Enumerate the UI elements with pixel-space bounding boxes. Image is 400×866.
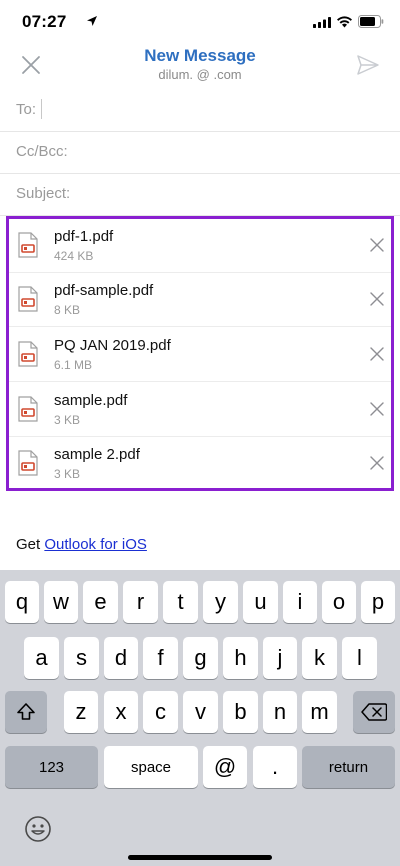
key-c[interactable]: c xyxy=(143,691,178,733)
key-w[interactable]: w xyxy=(44,581,78,623)
key-z[interactable]: z xyxy=(64,691,98,733)
attachment-size: 3 KB xyxy=(54,413,81,427)
pdf-file-icon xyxy=(18,341,38,367)
backspace-icon xyxy=(361,703,387,721)
key-b[interactable]: b xyxy=(223,691,258,733)
remove-attachment-icon[interactable] xyxy=(370,347,384,361)
shift-key[interactable] xyxy=(5,691,47,733)
to-field[interactable]: To: xyxy=(0,88,400,132)
remove-attachment-icon[interactable] xyxy=(370,238,384,252)
key-f[interactable]: f xyxy=(143,637,178,679)
delete-key[interactable] xyxy=(353,691,395,733)
pdf-file-icon xyxy=(18,286,38,312)
key-j[interactable]: j xyxy=(263,637,297,679)
text-cursor xyxy=(41,99,42,119)
emoji-icon[interactable] xyxy=(24,815,52,843)
key-l[interactable]: l xyxy=(342,637,377,679)
key-y[interactable]: y xyxy=(203,581,238,623)
attachment-size: 8 KB xyxy=(54,303,81,317)
signature-prefix: Get xyxy=(16,536,45,553)
wifi-icon xyxy=(337,16,352,28)
remove-attachment-icon[interactable] xyxy=(370,292,384,306)
pdf-file-icon xyxy=(18,396,38,422)
cc-bcc-label: Cc/Bcc: xyxy=(16,143,68,160)
subject-field[interactable]: Subject: xyxy=(0,172,400,216)
attachment-item[interactable]: sample.pdf 3 KB xyxy=(9,383,391,437)
key-h[interactable]: h xyxy=(223,637,258,679)
key-g[interactable]: g xyxy=(183,637,218,679)
attachment-size: 3 KB xyxy=(54,467,81,481)
cellular-signal-icon xyxy=(313,17,331,28)
at-key[interactable]: @ xyxy=(203,746,247,788)
attachment-item[interactable]: pdf-1.pdf 424 KB xyxy=(9,219,391,273)
space-key[interactable]: space xyxy=(104,746,198,788)
status-time: 07:27 xyxy=(22,12,67,31)
attachment-name: sample 2.pdf xyxy=(54,446,140,463)
pdf-file-icon xyxy=(18,232,38,258)
key-d[interactable]: d xyxy=(104,637,138,679)
key-u[interactable]: u xyxy=(243,581,278,623)
attachment-item[interactable]: pdf-sample.pdf 8 KB xyxy=(9,273,391,327)
attachment-item[interactable]: PQ JAN 2019.pdf 6.1 MB xyxy=(9,328,391,382)
key-x[interactable]: x xyxy=(104,691,138,733)
key-i[interactable]: i xyxy=(283,581,317,623)
attachment-name: PQ JAN 2019.pdf xyxy=(54,337,171,354)
key-n[interactable]: n xyxy=(263,691,297,733)
return-key[interactable]: return xyxy=(302,746,395,788)
key-k[interactable]: k xyxy=(302,637,337,679)
remove-attachment-icon[interactable] xyxy=(370,402,384,416)
key-v[interactable]: v xyxy=(183,691,218,733)
key-q[interactable]: q xyxy=(5,581,39,623)
attachment-size: 424 KB xyxy=(54,249,94,263)
compose-header: New Message dilum. @ .com xyxy=(0,44,400,88)
pdf-file-icon xyxy=(18,450,38,476)
numbers-key[interactable]: 123 xyxy=(5,746,98,788)
on-screen-keyboard: q w e r t y u i o p a s d f g h j k l z … xyxy=(0,570,400,866)
home-indicator[interactable] xyxy=(128,855,272,860)
attachment-name: pdf-sample.pdf xyxy=(54,282,154,299)
key-t[interactable]: t xyxy=(163,581,198,623)
location-arrow-icon xyxy=(87,16,97,26)
email-signature: Get Outlook for iOS xyxy=(16,536,147,553)
subject-label: Subject: xyxy=(16,185,71,202)
shift-icon xyxy=(17,703,35,720)
key-r[interactable]: r xyxy=(123,581,158,623)
key-p[interactable]: p xyxy=(361,581,395,623)
key-a[interactable]: a xyxy=(24,637,59,679)
key-m[interactable]: m xyxy=(302,691,337,733)
send-icon[interactable] xyxy=(356,53,380,77)
attachment-name: pdf-1.pdf xyxy=(54,228,114,245)
key-e[interactable]: e xyxy=(83,581,118,623)
key-s[interactable]: s xyxy=(64,637,99,679)
sender-account: dilum. @ .com xyxy=(158,67,242,82)
attachments-list: pdf-1.pdf 424 KB pdf-sample.pdf 8 KB PQ … xyxy=(6,216,394,491)
to-label: To: xyxy=(16,101,37,118)
cc-bcc-field[interactable]: Cc/Bcc: xyxy=(0,130,400,174)
period-key[interactable]: . xyxy=(253,746,297,788)
page-title: New Message xyxy=(144,46,256,65)
battery-icon xyxy=(358,15,384,28)
attachment-item[interactable]: sample 2.pdf 3 KB xyxy=(9,437,391,491)
status-bar: 07:27 xyxy=(0,0,400,44)
key-o[interactable]: o xyxy=(322,581,356,623)
attachment-name: sample.pdf xyxy=(54,392,128,409)
outlook-ios-link[interactable]: Outlook for iOS xyxy=(44,536,147,553)
attachment-size: 6.1 MB xyxy=(54,358,93,372)
remove-attachment-icon[interactable] xyxy=(370,456,384,470)
